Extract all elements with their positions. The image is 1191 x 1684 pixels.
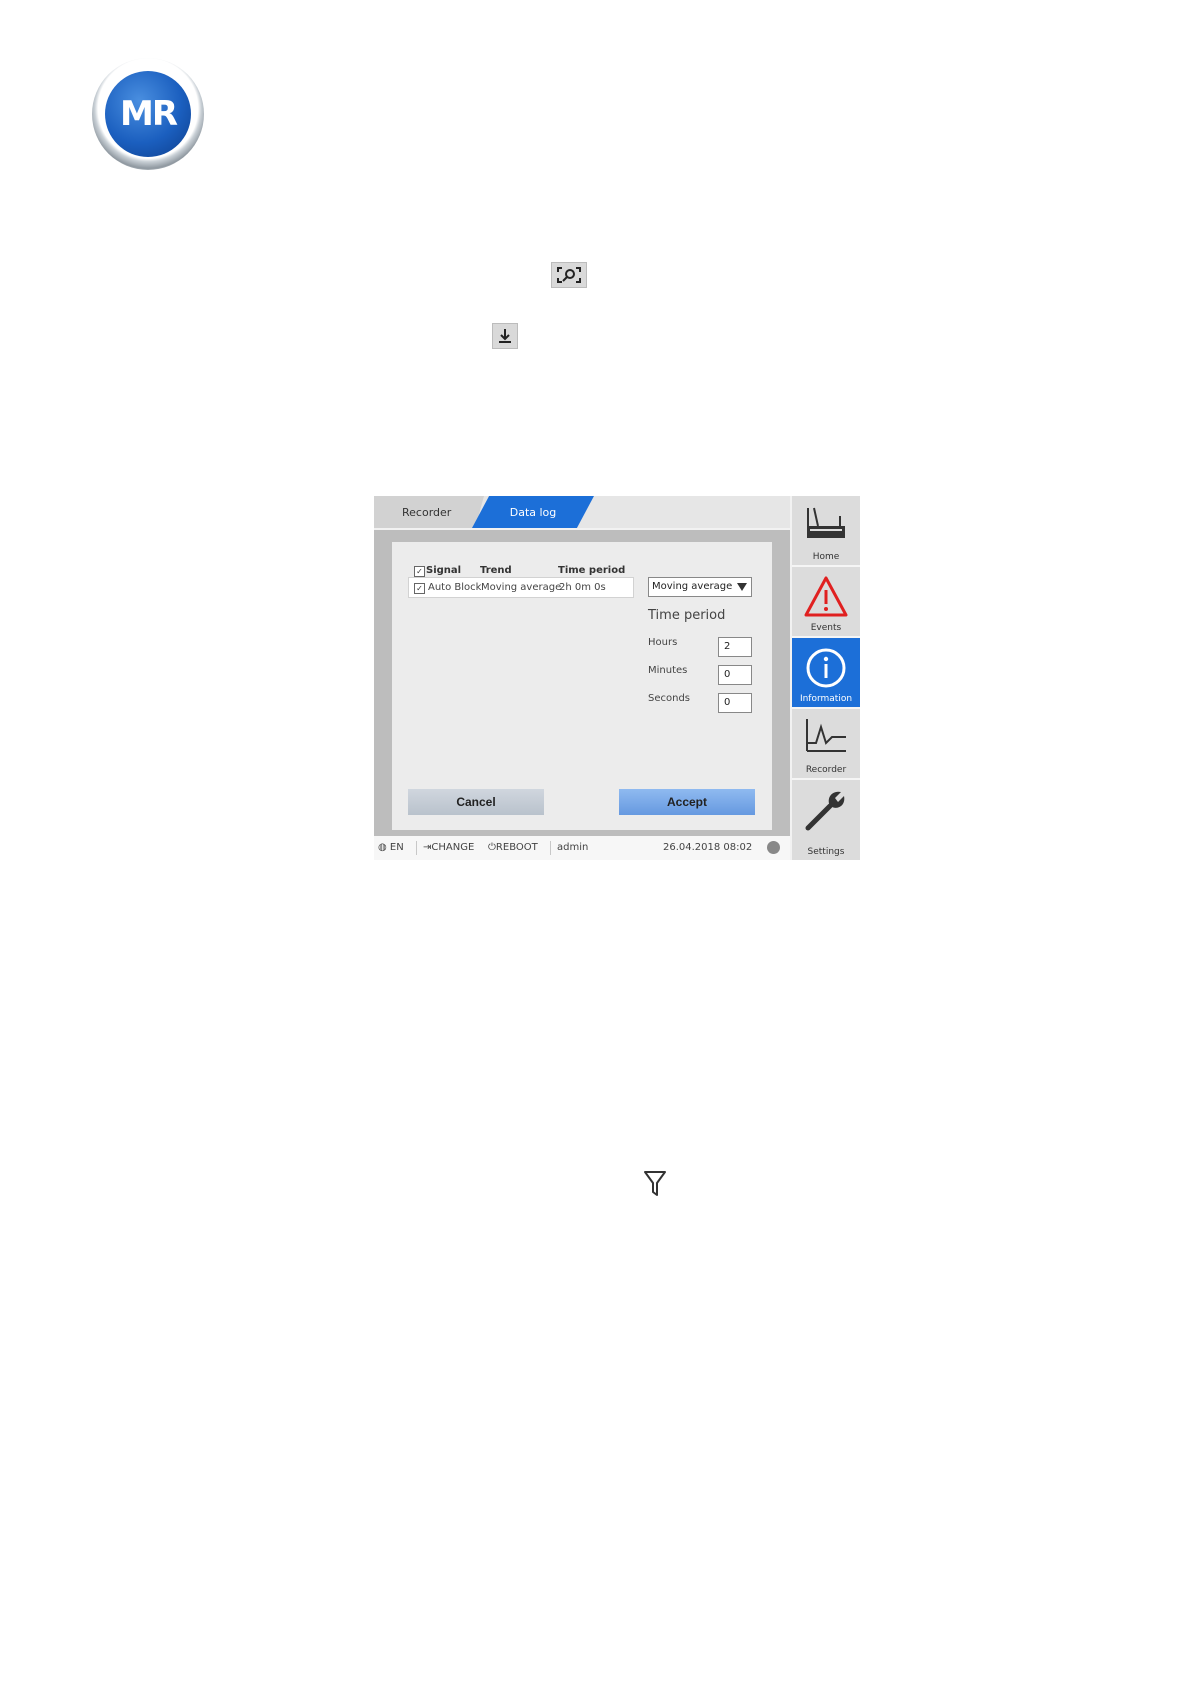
chevron-down-icon: [737, 583, 747, 591]
wrench-icon: [805, 791, 845, 831]
hours-label: Hours: [648, 637, 678, 648]
time-period-title: Time period: [648, 608, 726, 623]
nav-home[interactable]: Home: [792, 496, 860, 567]
header-signal: Signal: [426, 565, 462, 576]
cell-time-period: 2h 0m 0s: [559, 582, 606, 593]
trend-select-value: Moving average: [652, 581, 733, 592]
seconds-input[interactable]: 0: [718, 693, 752, 713]
nav-recorder-label: Recorder: [805, 765, 847, 775]
mr-small-logo-icon: [767, 841, 780, 854]
power-icon: ⏻: [488, 842, 496, 853]
row-checkbox[interactable]: ✓: [414, 583, 425, 594]
tab-recorder[interactable]: Recorder: [374, 496, 484, 528]
minutes-input[interactable]: 0: [718, 665, 752, 685]
tab-data-log[interactable]: Data log: [472, 496, 594, 528]
select-all-checkbox[interactable]: ✓: [414, 566, 425, 577]
table-row[interactable]: ✓ Auto Block Moving average 2h 0m 0s: [408, 577, 634, 598]
download-icon: [492, 323, 518, 349]
header-time-period: Time period: [558, 565, 626, 576]
cancel-button[interactable]: Cancel: [408, 789, 544, 815]
globe-icon: ◍: [378, 842, 387, 853]
home-device-icon: [807, 507, 845, 538]
status-bar: ◍ EN ⇥CHANGE ⏻REBOOT admin 26.04.2018 08…: [374, 836, 790, 860]
main-navigation: Home Events Information Recorder Setting…: [792, 496, 860, 860]
cell-signal: Auto Block: [428, 582, 482, 593]
device-screen: Recorder Data log ✓ Signal Trend Time pe…: [374, 496, 860, 860]
minutes-label: Minutes: [648, 665, 688, 676]
nav-events[interactable]: Events: [792, 567, 860, 638]
reboot-button[interactable]: ⏻REBOOT: [488, 842, 538, 853]
current-user: admin: [557, 842, 589, 853]
date-time: 26.04.2018 08:02: [663, 842, 753, 853]
tab-bar: Recorder Data log: [374, 496, 790, 528]
change-access-button[interactable]: ⇥CHANGE: [423, 842, 474, 853]
cell-trend: Moving average: [481, 582, 562, 593]
header-trend: Trend: [480, 565, 512, 576]
accept-button[interactable]: Accept: [619, 789, 755, 815]
data-log-settings-panel: ✓ Signal Trend Time period ✓ Auto Block …: [392, 542, 772, 830]
nav-home-label: Home: [812, 552, 840, 562]
zoom-select-icon: [551, 262, 587, 288]
hours-input[interactable]: 2: [718, 637, 752, 657]
chart-line-icon: [806, 719, 846, 752]
nav-information-label: Information: [799, 694, 853, 704]
seconds-label: Seconds: [648, 693, 691, 704]
dialog-frame: ✓ Signal Trend Time period ✓ Auto Block …: [374, 530, 790, 836]
language-selector[interactable]: ◍ EN: [378, 842, 404, 853]
warning-triangle-icon: [804, 576, 848, 617]
info-circle-icon: [806, 648, 846, 688]
nav-settings-label: Settings: [807, 847, 845, 857]
logo-text: MR: [119, 94, 178, 134]
trend-select[interactable]: Moving average: [648, 577, 752, 597]
nav-events-label: Events: [810, 623, 842, 633]
nav-information[interactable]: Information: [792, 638, 860, 709]
filter-icon: [644, 1170, 666, 1198]
nav-settings[interactable]: Settings: [792, 780, 860, 860]
mr-logo: MR: [92, 58, 204, 170]
nav-recorder[interactable]: Recorder: [792, 709, 860, 780]
